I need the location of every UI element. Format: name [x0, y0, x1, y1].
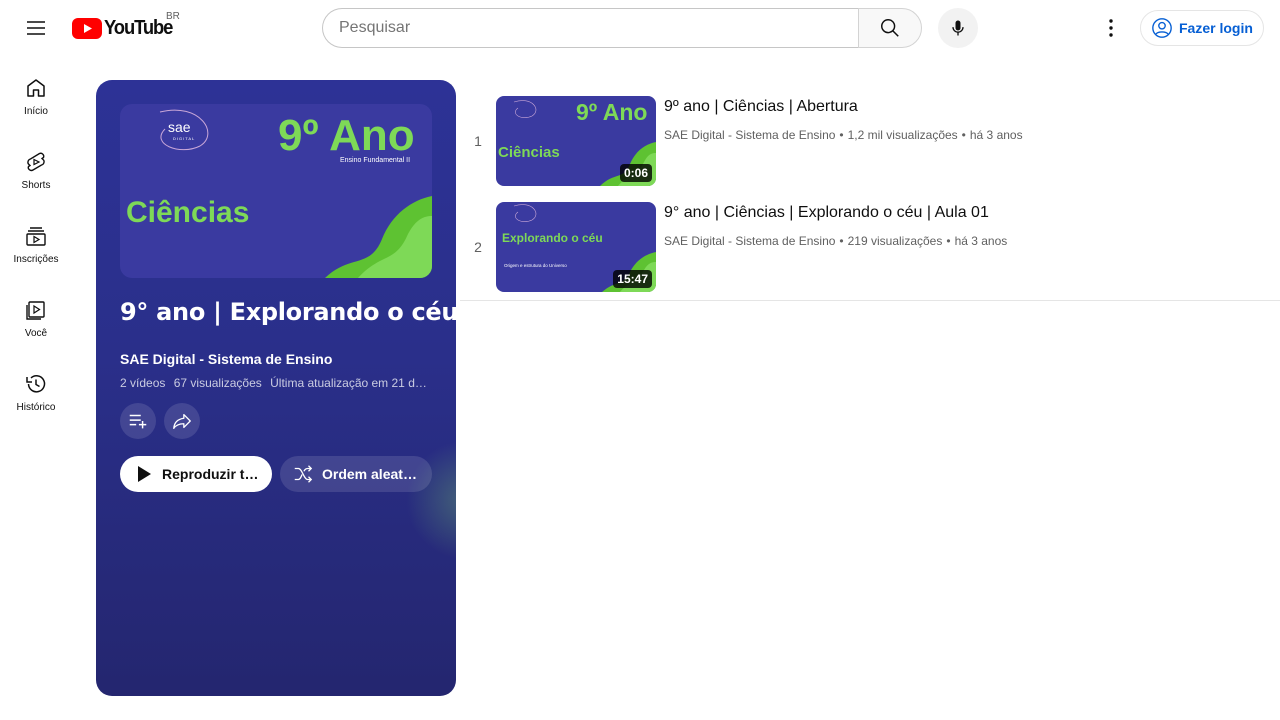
- search-input[interactable]: [339, 19, 859, 37]
- video-duration: 0:06: [619, 164, 652, 182]
- separator-dot: •: [946, 234, 951, 248]
- thumb-logo-sub: DIGITAL: [173, 136, 195, 141]
- search-box[interactable]: [322, 8, 859, 48]
- video-index: 2: [474, 239, 482, 255]
- account-circle-icon: [1152, 18, 1172, 38]
- playlist-thumbnail[interactable]: sae DIGITAL 9º Ano Ensino Fundamental II…: [120, 104, 432, 278]
- search-button[interactable]: [858, 8, 922, 48]
- playlist-title: 9° ano | Explorando o céu: [120, 298, 456, 326]
- thumb-level: Ensino Fundamental II: [340, 157, 410, 164]
- channel-name[interactable]: SAE Digital - Sistema de Ensino: [664, 234, 835, 248]
- view-count: 1,2 mil visualizações: [847, 128, 958, 142]
- separator-dot: •: [839, 234, 844, 248]
- guide-item-history[interactable]: Histórico: [4, 352, 68, 426]
- guide-item-label: Você: [24, 328, 48, 339]
- logo-wordmark: YouTube: [104, 16, 173, 39]
- video-title[interactable]: 9° ano | Ciências | Explorando o céu | A…: [664, 204, 989, 222]
- guide-item-label: Shorts: [21, 180, 51, 191]
- view-count: 219 visualizações: [847, 234, 943, 248]
- playlist-video-list: 1 9º Ano Ciências 0:06 9º ano | Ciências…: [460, 88, 1280, 300]
- upload-age: há 3 anos: [969, 128, 1023, 142]
- playlist-add-icon: [129, 414, 147, 429]
- guide-item-home[interactable]: Início: [4, 56, 68, 130]
- history-icon: [26, 375, 46, 393]
- video-count: 2 vídeos: [120, 376, 166, 390]
- playlist-owner-link[interactable]: SAE Digital - Sistema de Ensino: [120, 351, 332, 367]
- thumb-logo: sae: [168, 119, 191, 135]
- upload-age: há 3 anos: [954, 234, 1008, 248]
- search-icon: [881, 19, 899, 37]
- guide-item-label: Início: [24, 106, 48, 117]
- shorts-icon: [27, 152, 45, 172]
- sign-in-button[interactable]: Fazer login: [1140, 10, 1264, 46]
- thumb-subject: Ciências: [498, 144, 560, 161]
- video-metadata: SAE Digital - Sistema de Ensino • 1,2 mil …: [664, 128, 1023, 142]
- play-all-button[interactable]: Reproduzir tudo: [120, 456, 272, 492]
- last-updated: Última atualização em 21 de…: [270, 376, 432, 390]
- shuffle-icon: [294, 465, 313, 483]
- settings-more-button[interactable]: [1091, 8, 1131, 48]
- youtube-play-icon: [72, 17, 102, 39]
- playlist-thumbnail-art: sae DIGITAL 9º Ano Ensino Fundamental II…: [120, 104, 432, 278]
- video-index: 1: [474, 133, 482, 149]
- guide-item-label: Inscrições: [13, 254, 59, 265]
- playlist-header: sae DIGITAL 9º Ano Ensino Fundamental II…: [96, 80, 456, 696]
- thumb-subject: Ciências: [126, 196, 249, 229]
- more-vertical-icon: [1109, 19, 1113, 37]
- guide-item-subscriptions[interactable]: Inscrições: [4, 204, 68, 278]
- voice-search-button[interactable]: [938, 8, 978, 48]
- mini-guide: Início Shorts Inscrições Você Histórico: [4, 56, 68, 426]
- country-code: BR: [166, 11, 180, 22]
- thumb-heading: Explorando o céu: [502, 231, 603, 245]
- microphone-icon: [952, 20, 964, 36]
- share-icon: [173, 413, 191, 429]
- video-thumbnail[interactable]: Explorando o céu Origem e estrutura do U…: [496, 202, 656, 292]
- thumb-subheading: Origem e estrutura do Universo: [504, 263, 567, 268]
- shuffle-button[interactable]: Ordem aleatória: [280, 456, 432, 492]
- home-icon: [27, 79, 45, 97]
- channel-name[interactable]: SAE Digital - Sistema de Ensino: [664, 128, 835, 142]
- separator-dot: •: [839, 128, 844, 142]
- save-playlist-button[interactable]: [120, 403, 156, 439]
- video-duration: 15:47: [613, 270, 652, 288]
- you-icon: [26, 301, 45, 320]
- video-title[interactable]: 9º ano | Ciências | Abertura: [664, 98, 858, 116]
- view-count: 67 visualizações: [173, 376, 262, 390]
- video-thumbnail[interactable]: 9º Ano Ciências 0:06: [496, 96, 656, 186]
- video-metadata: SAE Digital - Sistema de Ensino • 219 visu…: [664, 234, 1007, 248]
- playlist-stats: 2 vídeos 67 visualizações Última atualiz…: [120, 376, 432, 390]
- list-divider: [460, 300, 1280, 301]
- youtube-logo[interactable]: YouTube BR: [72, 11, 180, 39]
- guide-menu-button[interactable]: [16, 8, 56, 48]
- masthead: YouTube BR Fazer login: [0, 0, 1280, 56]
- playlist-video-row[interactable]: 1 9º Ano Ciências 0:06 9º ano | Ciências…: [460, 88, 1280, 194]
- hamburger-menu-icon: [27, 21, 45, 35]
- guide-item-label: Histórico: [16, 402, 56, 413]
- share-button[interactable]: [164, 403, 200, 439]
- play-all-label: Reproduzir tudo: [162, 466, 262, 482]
- sign-in-label: Fazer login: [1179, 20, 1253, 36]
- subscriptions-icon: [26, 227, 46, 246]
- playlist-video-row[interactable]: 2 Explorando o céu Origem e estrutura do…: [460, 194, 1280, 300]
- thumb-grade: 9º Ano: [576, 99, 647, 125]
- shuffle-label: Ordem aleatória: [322, 466, 418, 482]
- guide-item-shorts[interactable]: Shorts: [4, 130, 68, 204]
- thumb-grade: 9º Ano: [278, 111, 415, 160]
- guide-item-you[interactable]: Você: [4, 278, 68, 352]
- play-icon: [138, 466, 151, 482]
- separator-dot: •: [961, 128, 966, 142]
